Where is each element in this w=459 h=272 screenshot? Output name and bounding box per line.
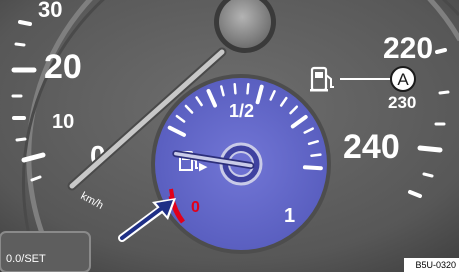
speed-label-220: 220 — [383, 32, 433, 65]
fuel-gauge-tick — [302, 165, 323, 171]
fuel-label-full: 1 — [284, 205, 295, 227]
fuel-gauge-tick — [310, 153, 322, 157]
trip-reset-button[interactable] — [0, 231, 91, 272]
fuel-label-empty: 0 — [191, 199, 200, 216]
figure-code: B5U-0320 — [415, 260, 456, 270]
trip-reset-button-label: 0.0/SET — [6, 253, 46, 265]
fuel-gauge-tick — [246, 83, 250, 95]
speed-label-30: 30 — [38, 0, 62, 22]
speed-label-10: 10 — [52, 111, 74, 133]
speed-label-240: 240 — [343, 128, 400, 166]
fuel-door-side-indicator: ▶ — [199, 161, 208, 173]
fuel-label-half: 1/2 — [229, 101, 254, 121]
callout-a-label: A — [397, 70, 409, 89]
speed-label-20: 20 — [44, 48, 82, 86]
instrument-cluster-figure: 30 20 10 0 220 230 240 km/h 1/2 1 0 ▶ A … — [0, 0, 459, 272]
instrument-cluster-svg: 30 20 10 0 220 230 240 km/h 1/2 1 0 ▶ A … — [0, 0, 459, 272]
fuel-gauge-tick — [233, 82, 237, 95]
speed-label-230: 230 — [388, 93, 416, 112]
